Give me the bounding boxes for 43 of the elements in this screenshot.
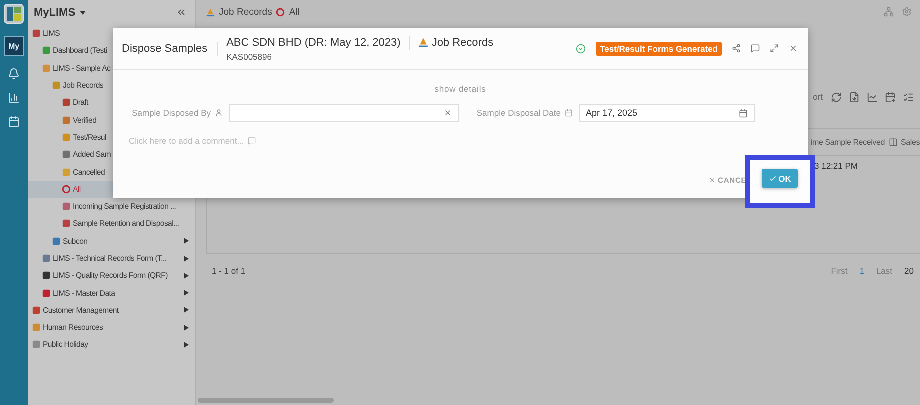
refresh-icon[interactable] — [831, 92, 842, 102]
checklist-icon[interactable] — [903, 92, 914, 102]
comment-icon — [248, 137, 256, 145]
column-icon — [888, 138, 898, 146]
field-label: Sample Disposal Date — [476, 108, 561, 118]
record-count: 1 - 1 of 1 — [212, 266, 246, 276]
record-code: KAS005896 — [226, 52, 273, 62]
collapse-icon[interactable] — [176, 7, 187, 18]
close-icon — [709, 177, 716, 184]
module-name: Job Records — [432, 36, 494, 48]
clear-icon[interactable] — [444, 109, 452, 117]
circle-icon — [276, 8, 286, 16]
breadcrumb-link[interactable]: All — [289, 6, 300, 18]
calendar-add-icon[interactable] — [885, 92, 896, 102]
logo-icon — [4, 4, 24, 24]
column-header[interactable]: ime Sample Received — [810, 138, 885, 146]
dropdown-caret-icon[interactable] — [80, 10, 86, 14]
dialog-title: Dispose Samples — [122, 42, 208, 54]
check-icon — [768, 174, 777, 182]
field-label: Sample Disposed By — [132, 108, 211, 118]
table-cell: 3 12:21 PM — [814, 161, 858, 171]
share-icon[interactable] — [732, 44, 741, 53]
breadcrumb-link[interactable]: Job Records — [219, 6, 272, 18]
calendar-icon — [565, 109, 573, 117]
person-field[interactable] — [229, 104, 459, 122]
user-avatar[interactable]: My — [4, 36, 24, 56]
file-download-icon[interactable] — [849, 92, 860, 102]
date-field[interactable]: Apr 17, 2025 — [579, 104, 755, 122]
record-title: ABC SDN BHD (DR: May 12, 2023) — [226, 36, 401, 48]
column-header[interactable]: Sales — [900, 138, 920, 146]
calendar-icon[interactable] — [739, 108, 748, 118]
boat-icon — [418, 37, 429, 48]
check-circle-icon — [576, 44, 586, 54]
page-size[interactable]: 20 — [904, 266, 914, 276]
comment-icon[interactable] — [751, 44, 760, 53]
boat-icon — [206, 8, 215, 16]
bell-icon[interactable] — [8, 68, 20, 80]
user-icon — [215, 109, 223, 117]
expand-icon[interactable] — [770, 44, 779, 53]
app-title[interactable]: MyLIMS — [34, 6, 76, 18]
chart-icon[interactable] — [867, 92, 878, 102]
close-icon[interactable] — [789, 44, 798, 53]
status-badge: Test/Result Forms Generated — [596, 42, 722, 56]
